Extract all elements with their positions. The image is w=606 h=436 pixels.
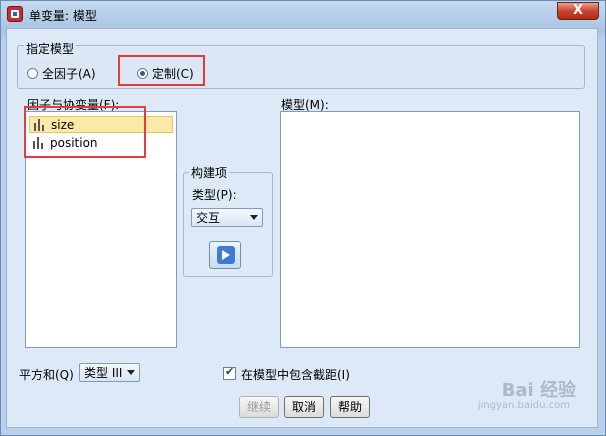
chevron-down-icon	[127, 370, 135, 375]
type-label: 类型(P):	[192, 188, 237, 202]
full-factorial-label: 全因子(A)	[42, 67, 96, 81]
include-intercept-checkbox[interactable]	[223, 365, 236, 380]
highlight-custom-annotation	[118, 55, 205, 86]
cancel-button[interactable]: 取消	[284, 396, 324, 418]
arrow-right-icon	[217, 246, 235, 264]
window-title: 单变量: 模型	[29, 9, 97, 23]
watermark-url: jingyan.baidu.com	[477, 400, 570, 411]
move-to-model-button[interactable]	[209, 241, 241, 269]
include-intercept-label: 在模型中包含截距(I)	[241, 368, 350, 382]
specify-model-group	[17, 45, 585, 89]
sum-of-squares-dropdown[interactable]: 类型 III	[79, 363, 140, 382]
full-factorial-radio-circle[interactable]	[27, 68, 38, 79]
close-button[interactable]: X	[557, 2, 599, 20]
highlight-variables-annotation	[24, 106, 146, 158]
sum-of-squares-value: 类型 III	[84, 366, 123, 380]
specify-model-label: 指定模型	[24, 40, 77, 57]
build-terms-label: 构建项	[189, 164, 230, 181]
watermark-brand: Bai 经验	[501, 380, 576, 401]
model-listbox[interactable]	[280, 111, 580, 348]
sum-of-squares-label: 平方和(Q)	[19, 368, 74, 382]
chevron-down-icon	[250, 215, 258, 220]
help-button[interactable]: 帮助	[330, 396, 370, 418]
full-factorial-radio[interactable]: 全因子(A)	[27, 65, 96, 82]
continue-button[interactable]: 继续	[239, 396, 279, 418]
type-dropdown[interactable]: 交互	[191, 208, 263, 227]
title-bar[interactable]: 单变量: 模型 X	[1, 1, 605, 27]
type-dropdown-value: 交互	[196, 211, 221, 225]
app-icon	[7, 6, 23, 22]
